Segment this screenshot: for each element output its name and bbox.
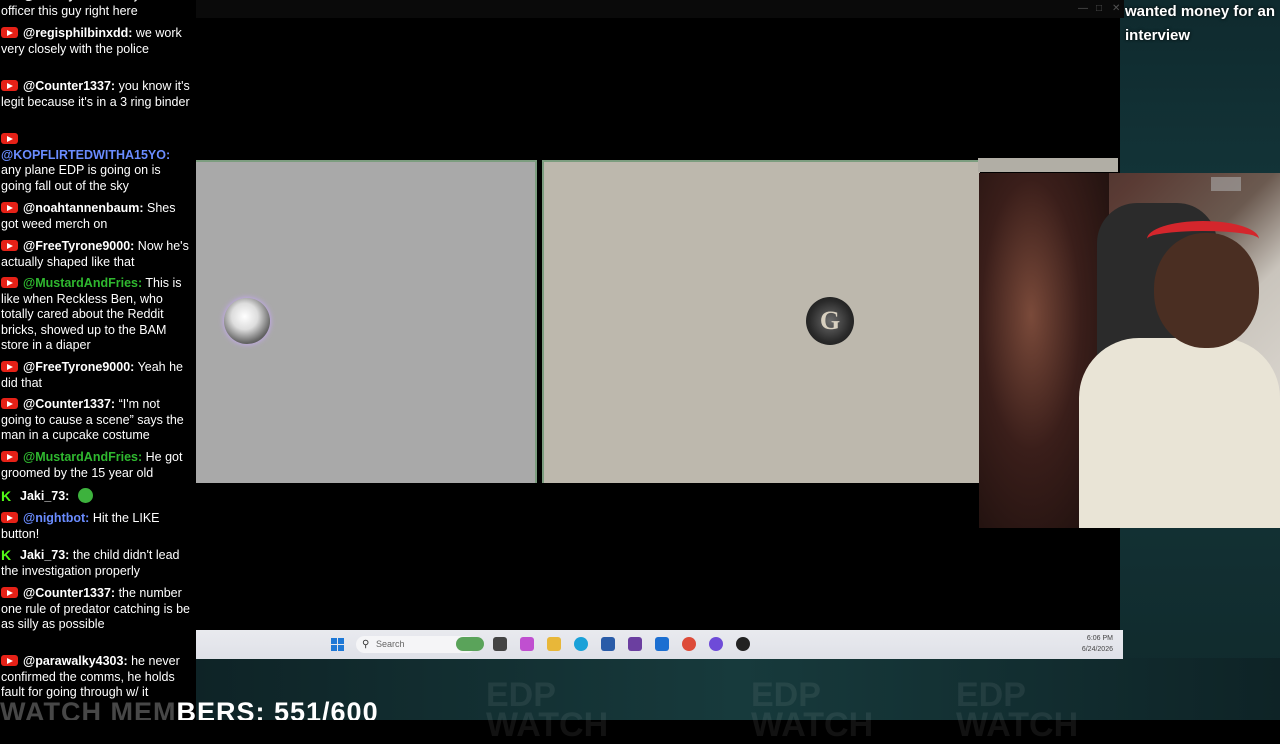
minimize-icon[interactable]: — <box>1078 3 1088 14</box>
chat-message: @noahtannenbaum: Shes got weed merch on <box>1 201 193 232</box>
chat-username: @Counter1337: <box>23 397 116 411</box>
youtube-icon <box>1 277 18 288</box>
chrome-icon[interactable] <box>682 637 696 651</box>
chat-username: @FreeTyrone9000: <box>23 239 135 253</box>
maximize-icon[interactable]: □ <box>1096 3 1102 14</box>
chat-message: @MustardAndFries: He got groomed by the … <box>1 450 193 481</box>
close-icon[interactable]: ✕ <box>1112 3 1120 14</box>
mail-icon[interactable] <box>655 637 669 651</box>
chat-emote-icon <box>77 488 93 503</box>
chat-message: @regisphilbinxdd: we work very closely w… <box>1 26 193 57</box>
youtube-icon <box>1 587 18 598</box>
windows-start-icon[interactable] <box>331 638 344 651</box>
widgets-icon[interactable] <box>456 637 484 651</box>
youtube-icon <box>1 512 18 523</box>
chat-username: @FreeTyrone9000 <box>23 0 130 2</box>
video-call-tile-right[interactable] <box>542 160 980 483</box>
youtube-icon <box>1 27 18 38</box>
chat-username: @Counter1337: <box>23 586 116 600</box>
chat-username: @MustardAndFries: <box>23 450 143 464</box>
participant-avatar <box>224 298 270 344</box>
youtube-icon <box>1 202 18 213</box>
chat-username: Jaki_73: <box>20 548 70 562</box>
windows-taskbar: ⚲ Search 6:06 PM 6/24/2026 <box>196 630 1123 659</box>
chat-username: @regisphilbinxdd: <box>23 26 133 40</box>
chat-username: @nightbot: <box>23 511 90 525</box>
clock-time: 6:06 PM <box>1086 635 1113 642</box>
youtube-icon <box>1 80 18 91</box>
chat-app-icon[interactable] <box>709 637 723 651</box>
chat-username: @KOPFLIRTEDWITHA15YO: <box>1 147 171 162</box>
chat-message: @KOPFLIRTEDWITHA15YO: any plane EDP is g… <box>1 132 193 194</box>
streamer-webcam <box>979 173 1280 528</box>
youtube-icon <box>1 361 18 372</box>
chat-message: @Counter1337: the number one rule of pre… <box>1 586 193 633</box>
youtube-icon <box>1 451 18 462</box>
camera-watermark-icon <box>1211 177 1241 191</box>
app-icon[interactable] <box>628 637 642 651</box>
file-explorer-icon[interactable] <box>547 637 561 651</box>
chat-message: @parawalky4303: he never confirmed the c… <box>1 654 193 701</box>
participant-avatar: G <box>806 297 854 345</box>
chat-text: yeah officer this guy right here <box>1 0 161 18</box>
members-banner-text: BERS: 551/600 <box>176 697 379 720</box>
youtube-icon <box>1 133 18 144</box>
headset <box>1147 221 1259 257</box>
watermark-logo: EDP WATCH <box>956 676 1079 744</box>
chat-username: @Counter1337: <box>23 79 116 93</box>
chat-message: @MustardAndFries: This is like when Reck… <box>1 276 193 354</box>
chat-message: K Jaki_73: the child didn't lead the inve… <box>1 548 193 579</box>
chat-username: @MustardAndFries: <box>23 276 143 290</box>
stream-caption: wanted money for an interview <box>1125 3 1276 44</box>
chat-message: @Counter1337: you know it's legit becaus… <box>1 79 193 110</box>
chat-username: @FreeTyrone9000: <box>23 360 135 374</box>
search-placeholder: Search <box>376 639 405 649</box>
chat-message: @FreeTyrone9000: Now he's actually shape… <box>1 239 193 270</box>
streamer-shirt <box>1079 338 1280 528</box>
watermark-logo: EDP WATCH <box>751 676 874 744</box>
window-title-bar: — □ ✕ <box>196 0 1124 18</box>
chat-message: K Jaki_73: <box>1 488 193 505</box>
chat-message: @FreeTyrone9000 yeah officer this guy ri… <box>1 0 193 19</box>
store-icon[interactable] <box>601 637 615 651</box>
video-call-tile-right-edge <box>978 158 1118 172</box>
chat-message: @FreeTyrone9000: Yeah he did that <box>1 360 193 391</box>
chat-username: @noahtannenbaum: <box>23 201 144 215</box>
task-view-icon[interactable] <box>493 637 507 651</box>
edge-icon[interactable] <box>574 637 588 651</box>
chat-username: @parawalky4303: <box>23 654 128 668</box>
chat-overlay: @FreeTyrone9000 yeah officer this guy ri… <box>0 0 196 720</box>
kick-icon: K <box>1 488 12 504</box>
search-icon: ⚲ <box>362 639 370 650</box>
chat-username: Jaki_73: <box>20 489 70 503</box>
clock-date: 6/24/2026 <box>1081 646 1113 653</box>
chat-message: @nightbot: Hit the LIKE button! <box>1 511 193 542</box>
system-tray-clock[interactable]: 6:06 PM 6/24/2026 <box>1082 633 1113 655</box>
app-icon[interactable] <box>736 637 750 651</box>
chat-message: @Counter1337: “I'm not going to cause a … <box>1 397 193 444</box>
copilot-icon[interactable] <box>520 637 534 651</box>
youtube-icon <box>1 240 18 251</box>
chat-text: any plane EDP is going on is going fall … <box>1 163 161 193</box>
youtube-icon <box>1 655 18 666</box>
kick-icon: K <box>1 547 12 563</box>
youtube-icon <box>1 398 18 409</box>
